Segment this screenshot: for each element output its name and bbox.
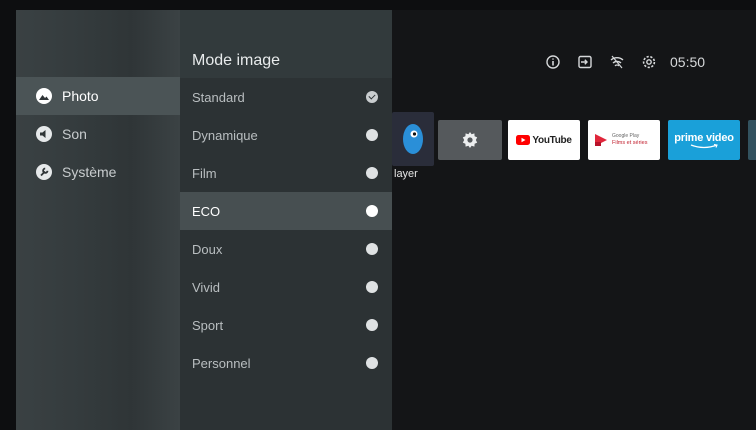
option-dynamique[interactable]: Dynamique xyxy=(180,116,392,154)
option-label: Standard xyxy=(192,89,245,105)
youtube-play-icon xyxy=(516,135,531,145)
option-label: Personnel xyxy=(192,355,251,371)
option-label: Dynamique xyxy=(192,127,258,143)
option-personnel[interactable]: Personnel xyxy=(180,344,392,382)
option-label: Doux xyxy=(192,241,223,257)
panel-title: Mode image xyxy=(180,10,392,78)
option-sport[interactable]: Sport xyxy=(180,306,392,344)
speaker-icon xyxy=(36,126,52,142)
app-tile-settings[interactable] xyxy=(438,120,502,160)
radio-icon xyxy=(366,243,378,255)
option-label: Film xyxy=(192,165,217,181)
wifi-icon[interactable] xyxy=(610,55,624,69)
prime-video-label: prime video xyxy=(674,131,734,144)
home-screen: 05:50 layer YouTube Google Play Films et… xyxy=(392,10,756,430)
category-label: Son xyxy=(62,126,87,142)
option-doux[interactable]: Doux xyxy=(180,230,392,268)
tv-screen: Photo Son Système Mode image Standard Dy… xyxy=(16,10,756,430)
category-system[interactable]: Système xyxy=(16,153,180,191)
app-tile-google-play-movies[interactable]: Google Play Films et séries xyxy=(588,120,660,160)
option-label: Vivid xyxy=(192,279,220,295)
radio-icon xyxy=(366,319,378,331)
youtube-label: YouTube xyxy=(532,134,572,146)
films-series-label: Films et séries xyxy=(612,140,648,146)
app-tile-partial[interactable] xyxy=(748,120,756,160)
input-icon[interactable] xyxy=(578,55,592,69)
checked-radio-icon xyxy=(366,91,378,103)
google-play-label: Google Play xyxy=(612,133,640,139)
radio-icon xyxy=(366,281,378,293)
category-label: Système xyxy=(62,164,117,180)
settings-icon[interactable] xyxy=(642,55,656,69)
app-tile-youtube[interactable]: YouTube xyxy=(508,120,580,160)
radio-icon xyxy=(366,205,378,217)
option-vivid[interactable]: Vivid xyxy=(180,268,392,306)
prime-smile-icon xyxy=(690,143,718,148)
radio-icon xyxy=(366,129,378,141)
photo-icon xyxy=(36,88,52,104)
wrench-icon xyxy=(36,164,52,180)
option-film[interactable]: Film xyxy=(180,154,392,192)
option-label: Sport xyxy=(192,317,224,333)
app-tile-prime-video[interactable]: prime video xyxy=(668,120,740,160)
option-label: ECO xyxy=(192,203,221,219)
category-label: Photo xyxy=(62,88,99,104)
settings-category-panel: Photo Son Système xyxy=(16,10,180,430)
gear-icon xyxy=(462,132,478,148)
clock: 05:50 xyxy=(670,54,706,70)
option-standard[interactable]: Standard xyxy=(180,78,392,116)
category-sound[interactable]: Son xyxy=(16,115,180,153)
radio-icon xyxy=(366,167,378,179)
picture-mode-panel: Mode image Standard Dynamique Film ECO D… xyxy=(180,10,392,430)
category-photo[interactable]: Photo xyxy=(16,77,180,115)
app-tile-player[interactable] xyxy=(392,112,434,166)
option-eco[interactable]: ECO xyxy=(180,192,392,230)
radio-icon xyxy=(366,357,378,369)
status-bar: 05:50 xyxy=(546,52,705,72)
player-mascot-icon xyxy=(403,124,423,154)
app-tile-player-label: layer xyxy=(394,168,418,180)
info-icon[interactable] xyxy=(546,55,560,69)
play-movies-icon xyxy=(595,134,607,146)
